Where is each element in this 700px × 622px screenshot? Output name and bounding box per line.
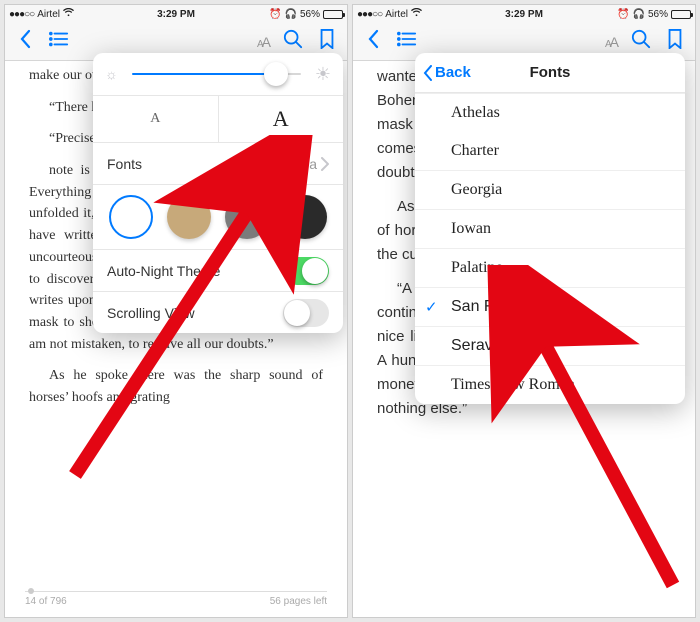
headphones-icon: 🎧	[285, 9, 297, 20]
font-name-label: Athelas	[451, 104, 500, 121]
battery-pct-label: 56%	[648, 9, 668, 20]
scrolling-view-switch[interactable]	[283, 299, 329, 327]
font-larger-button[interactable]: A	[218, 96, 344, 142]
font-name-label: Seravek	[451, 337, 510, 354]
bookmark-icon[interactable]	[665, 29, 685, 54]
chevron-left-icon	[423, 65, 433, 81]
font-name-label: San Francisco	[451, 298, 553, 315]
font-name-label: Iowan	[451, 220, 491, 237]
theme-black[interactable]	[283, 195, 327, 239]
fonts-value: Georgia	[267, 156, 317, 172]
clock-label: 3:29 PM	[505, 9, 543, 20]
alarm-icon: ⏰	[269, 9, 281, 20]
brightness-row: ☼ ☀	[93, 53, 343, 95]
carrier-label: Airtel	[37, 9, 60, 20]
font-item[interactable]: Palatino	[415, 248, 685, 287]
slider-thumb[interactable]	[264, 62, 288, 86]
scrolling-view-row: Scrolling View	[93, 291, 343, 333]
status-bar: ●●●○○ Airtel 3:29 PM ⏰ 🎧 56%	[353, 5, 695, 23]
popover-header: Back Fonts	[415, 53, 685, 93]
page-number-label: 14 of 796	[25, 594, 67, 610]
paragraph: As he spoke there was the sharp sound of…	[29, 365, 323, 408]
appearance-button[interactable]: AA	[257, 34, 269, 50]
font-size-row: A A	[93, 95, 343, 142]
bookmark-icon[interactable]	[317, 29, 337, 54]
theme-gray[interactable]	[225, 195, 269, 239]
pages-left-label: 56 pages left	[270, 594, 327, 610]
brightness-low-icon: ☼	[105, 66, 118, 82]
clock-label: 3:29 PM	[157, 9, 195, 20]
screenshot-right: ●●●○○ Airtel 3:29 PM ⏰ 🎧 56% AA	[352, 4, 696, 618]
wifi-icon	[63, 8, 74, 20]
chevron-right-icon	[321, 157, 329, 171]
signal-dots-icon: ●●●○○	[9, 9, 34, 20]
back-label: Back	[435, 64, 471, 81]
brightness-high-icon: ☀	[315, 64, 331, 85]
font-name-label: Charter	[451, 142, 499, 159]
battery-icon	[671, 10, 691, 19]
auto-night-switch[interactable]	[283, 257, 329, 285]
font-item[interactable]: Charter	[415, 132, 685, 170]
alarm-icon: ⏰	[617, 9, 629, 20]
check-icon: ✓	[425, 298, 438, 316]
font-item[interactable]: Times New Roman	[415, 365, 685, 404]
back-icon[interactable]	[363, 29, 383, 54]
battery-icon	[323, 10, 343, 19]
toc-icon[interactable]	[397, 29, 417, 54]
fonts-row[interactable]: Fonts Georgia	[93, 142, 343, 184]
font-list: Athelas Charter Georgia Iowan Palatino ✓ San F…	[415, 93, 685, 404]
status-bar: ●●●○○ Airtel 3:29 PM ⏰ 🎧 56%	[5, 5, 347, 23]
popover-title: Fonts	[530, 64, 571, 81]
theme-white[interactable]	[109, 195, 153, 239]
scrolling-view-label: Scrolling View	[107, 305, 195, 321]
theme-sepia[interactable]	[167, 195, 211, 239]
carrier-label: Airtel	[385, 9, 408, 20]
fonts-label: Fonts	[107, 156, 142, 172]
brightness-slider[interactable]	[132, 73, 301, 75]
font-smaller-button[interactable]: A	[93, 101, 218, 137]
font-item[interactable]: Iowan	[415, 209, 685, 248]
auto-night-row: Auto-Night Theme	[93, 249, 343, 291]
headphones-icon: 🎧	[633, 9, 645, 20]
font-item[interactable]: Georgia	[415, 170, 685, 209]
appearance-button[interactable]: AA	[605, 34, 617, 50]
auto-night-label: Auto-Night Theme	[107, 263, 220, 279]
font-name-label: Times New Roman	[451, 376, 575, 393]
wifi-icon	[411, 8, 422, 20]
back-button[interactable]: Back	[423, 64, 471, 81]
battery-pct-label: 56%	[300, 9, 320, 20]
search-icon[interactable]	[631, 29, 651, 54]
fonts-popover: Back Fonts Athelas Charter Georgia Iowan Pal…	[415, 53, 685, 404]
toc-icon[interactable]	[49, 29, 69, 54]
screenshot-left: ●●●○○ Airtel 3:29 PM ⏰ 🎧 56%	[4, 4, 348, 618]
themes-row	[93, 184, 343, 249]
search-icon[interactable]	[283, 29, 303, 54]
font-name-label: Palatino	[451, 259, 503, 276]
back-icon[interactable]	[15, 29, 35, 54]
appearance-popover: ☼ ☀ A A Fonts Georgia	[93, 53, 343, 333]
signal-dots-icon: ●●●○○	[357, 9, 382, 20]
font-item[interactable]: ✓ San Francisco	[415, 287, 685, 326]
font-item[interactable]: Seravek	[415, 326, 685, 365]
font-name-label: Georgia	[451, 181, 502, 198]
font-item[interactable]: Athelas	[415, 93, 685, 132]
